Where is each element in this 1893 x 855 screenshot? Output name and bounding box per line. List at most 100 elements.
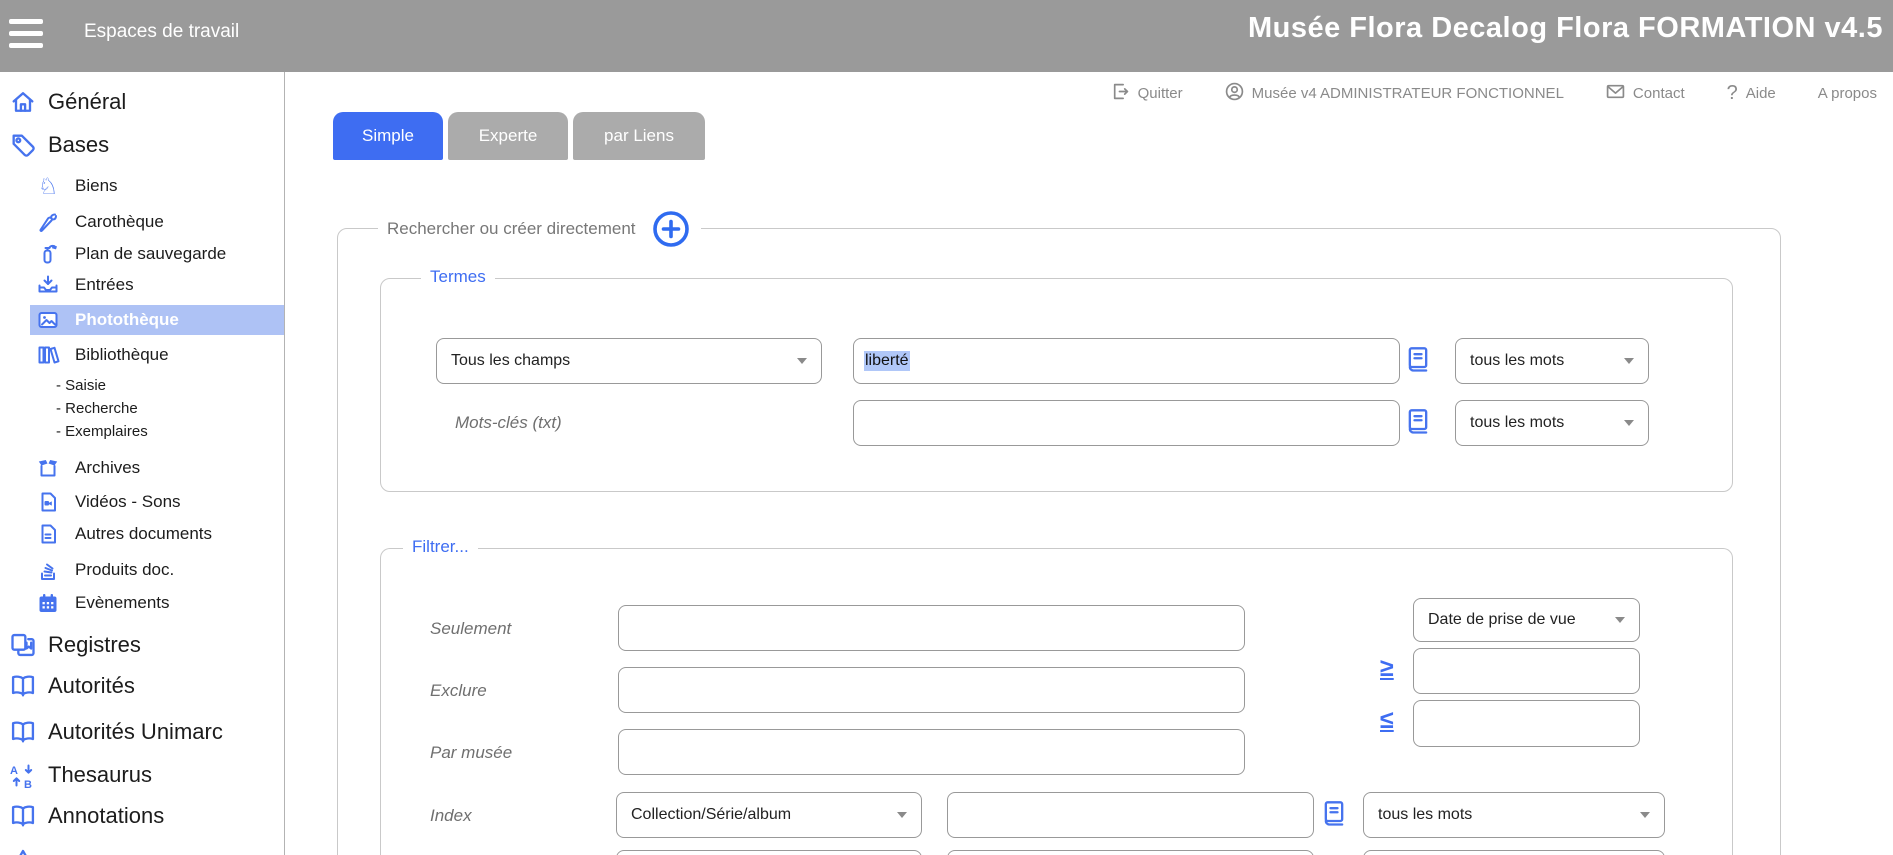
video-document-icon <box>36 490 60 514</box>
envelope-icon <box>1606 83 1625 104</box>
tab-label: Simple <box>362 126 414 145</box>
chevron-down-icon <box>1615 617 1625 623</box>
index-match-mode-value: tous les mots <box>1378 806 1473 823</box>
sidebar-item-autres-documents[interactable]: Autres documents <box>36 519 212 549</box>
header-bar: Espaces de travail Musée Flora Decalog F… <box>0 0 1893 72</box>
next-row-select-partial[interactable] <box>616 850 922 855</box>
date-field-value: Date de prise de vue <box>1428 611 1576 628</box>
index-lookup-icon[interactable] <box>1404 406 1432 438</box>
contact-link[interactable]: Contact <box>1606 83 1685 104</box>
workspace-label: Espaces de travail <box>84 21 240 42</box>
index-input[interactable] <box>947 792 1314 838</box>
sidebar-item-registres[interactable]: Registres <box>8 628 141 662</box>
keywords-match-mode-select[interactable]: tous les mots <box>1455 400 1649 446</box>
sidebar-item-label: Plan de sauvegarde <box>75 244 227 263</box>
open-box-icon <box>36 456 60 480</box>
next-row-input-partial[interactable] <box>947 850 1314 855</box>
search-term-value: liberté <box>864 351 910 371</box>
about-label: A propos <box>1817 84 1877 102</box>
user-bar: Quitter Musée v4 ADMINISTRATEUR FONCTION… <box>285 74 1893 112</box>
about-link[interactable]: A propos <box>1818 85 1877 102</box>
current-user[interactable]: Musée v4 ADMINISTRATEUR FONCTIONNEL <box>1225 82 1564 105</box>
index-field-value: Collection/Série/album <box>631 806 792 823</box>
open-book-icon <box>8 672 37 701</box>
sidebar-item-entrees[interactable]: Entrées <box>36 270 134 300</box>
date-to-input[interactable] <box>1413 700 1640 747</box>
sidebar-item-archives[interactable]: Archives <box>36 453 140 483</box>
keywords-input[interactable] <box>853 400 1400 446</box>
sidebar-item-autorites[interactable]: Autorités <box>8 669 135 703</box>
search-term-input[interactable]: liberté <box>853 338 1400 384</box>
match-mode-select[interactable]: tous les mots <box>1455 338 1649 384</box>
hamburger-menu-icon[interactable] <box>7 12 51 56</box>
field-select[interactable]: Tous les champs <box>436 338 822 384</box>
sidebar-item-plan-de-sauvegarde[interactable]: Plan de sauvegarde <box>36 239 226 269</box>
keywords-match-mode-value: tous les mots <box>1470 414 1565 431</box>
open-book-icon <box>8 802 37 831</box>
sidebar-item-biens[interactable]: ♘ Biens <box>36 171 118 201</box>
sidebar-item-general[interactable]: Général <box>8 85 126 119</box>
date-from-input[interactable] <box>1413 648 1640 694</box>
index-lookup-icon[interactable] <box>1404 344 1432 376</box>
index-lookup-icon[interactable] <box>1320 798 1348 830</box>
sidebar-item-evenements[interactable]: Evènements <box>36 588 170 618</box>
index-match-mode-select[interactable]: tous les mots <box>1363 792 1665 838</box>
sidebar-item-carotheque[interactable]: Carothèque <box>36 207 164 237</box>
sidebar-item-annotations[interactable]: Annotations <box>8 799 164 833</box>
sidebar-item-produits-doc[interactable]: Produits doc. <box>36 555 174 585</box>
search-create-legend: Rechercher ou créer directement <box>378 209 701 249</box>
next-row-select-partial[interactable] <box>1363 850 1665 855</box>
sidebar-item-label: Thesaurus <box>48 762 152 787</box>
chevron-down-icon <box>1640 812 1650 818</box>
sidebar-item-label: Bases <box>48 132 110 157</box>
help-label: Aide <box>1745 84 1776 102</box>
museum-input[interactable] <box>618 729 1245 775</box>
search-mode-tabs: Simple Experte par Liens <box>333 112 705 160</box>
sidebar-item-label: Général <box>48 89 127 114</box>
sidebar-item-bibliotheque[interactable]: Bibliothèque <box>36 340 169 370</box>
sidebar-item-autorites-unimarc[interactable]: Autorités Unimarc <box>8 715 223 749</box>
sidebar-item-thesaurus[interactable]: AB Thesaurus <box>8 758 152 792</box>
extinguisher-icon <box>36 242 60 266</box>
sidebar-item-label: - Recherche <box>56 400 138 417</box>
tab-par-liens[interactable]: par Liens <box>573 112 705 160</box>
quit-link[interactable]: Quitter <box>1111 82 1183 105</box>
termes-legend-text: Termes <box>430 267 486 286</box>
knight-icon: ♘ <box>37 172 59 199</box>
sidebar-item-exemplaires[interactable]: - Exemplaires <box>56 420 148 443</box>
only-input[interactable] <box>618 605 1245 651</box>
svg-text:B: B <box>24 779 32 789</box>
mountain-icon <box>8 844 37 855</box>
index-label: Index <box>430 806 472 825</box>
sort-alpha-icon: AB <box>8 761 37 791</box>
sidebar-item-label: Bibliothèque <box>75 345 169 364</box>
sidebar-item-bases[interactable]: Bases <box>8 128 109 162</box>
index-field-select[interactable]: Collection/Série/album <box>616 792 922 838</box>
greater-equal-link[interactable]: ≥ <box>1380 656 1394 681</box>
date-field-select[interactable]: Date de prise de vue <box>1413 598 1640 642</box>
sidebar-item-recherche[interactable]: - Recherche <box>56 397 138 420</box>
sidebar-item-label: Annotations <box>48 803 165 828</box>
books-icon <box>36 343 60 367</box>
svg-text:A: A <box>10 765 18 777</box>
quit-label: Quitter <box>1137 84 1183 102</box>
termes-legend: Termes <box>421 267 495 287</box>
chevron-down-icon <box>797 358 807 364</box>
sidebar-item-phototheque[interactable]: Photothèque <box>30 305 284 335</box>
sidebar-item-label: Autorités <box>48 673 135 698</box>
question-mark-icon: ? <box>1726 81 1738 104</box>
sidebar-item-label: Registres <box>48 632 141 657</box>
exclude-input[interactable] <box>618 667 1245 713</box>
sidebar-item-partial[interactable] <box>8 841 37 855</box>
sidebar-item-label: Entrées <box>75 275 134 294</box>
tab-label: par Liens <box>604 126 674 145</box>
logout-icon <box>1111 82 1130 105</box>
sidebar-item-videos-sons[interactable]: Vidéos - Sons <box>36 487 181 517</box>
tab-simple[interactable]: Simple <box>333 112 443 160</box>
less-equal-link[interactable]: ≤ <box>1380 708 1394 733</box>
sidebar-item-saisie[interactable]: - Saisie <box>56 374 106 397</box>
add-circle-icon[interactable] <box>650 208 692 250</box>
photo-icon <box>36 308 60 332</box>
tab-experte[interactable]: Experte <box>448 112 568 160</box>
help-link[interactable]: ? Aide <box>1727 82 1776 105</box>
